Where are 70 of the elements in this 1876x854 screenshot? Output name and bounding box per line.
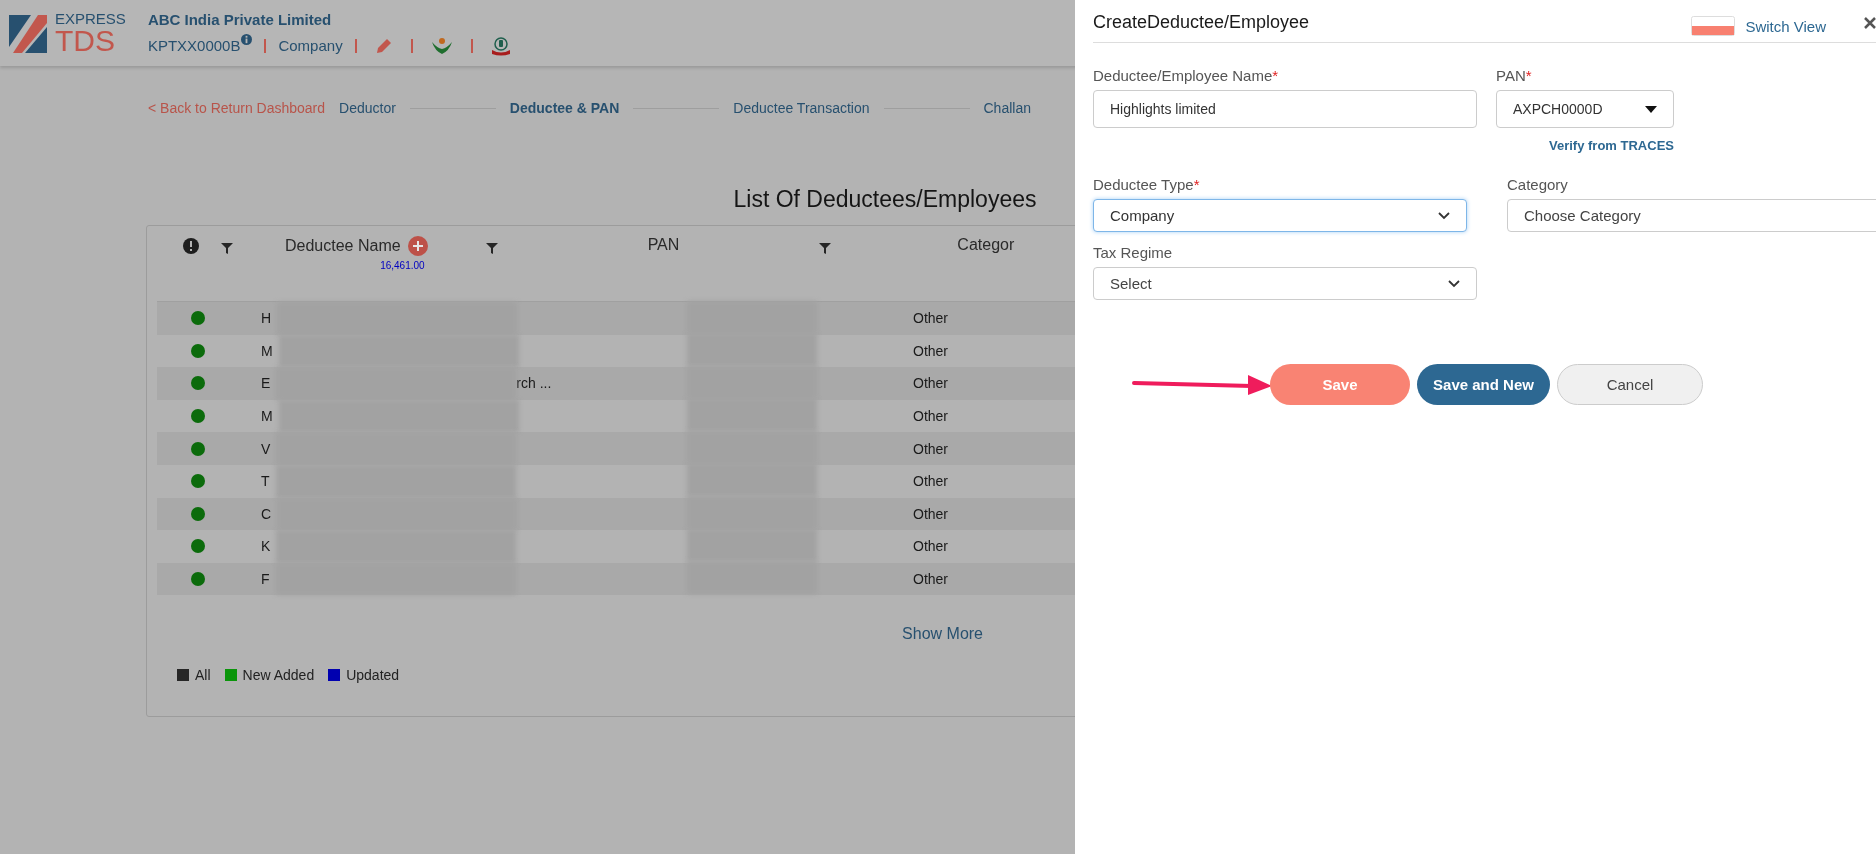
- save-and-new-button[interactable]: Save and New: [1417, 364, 1550, 405]
- tan-number: KPTXX0000B: [147, 37, 241, 54]
- table-cell: E: [261, 375, 271, 392]
- column-header: Categor: [957, 236, 1015, 254]
- table-cell: Other: [913, 538, 948, 555]
- select-field[interactable]: Select: [1093, 267, 1477, 300]
- table-cell: T: [261, 473, 270, 490]
- table-cell: rch ...: [516, 375, 552, 392]
- add-icon[interactable]: [407, 236, 428, 256]
- total-amount: 16,461.00: [380, 260, 425, 271]
- table-cell: H: [261, 310, 272, 327]
- step-tab[interactable]: Deductee & PAN: [509, 100, 620, 116]
- cancel-button[interactable]: Cancel: [1557, 364, 1703, 405]
- column-header: Deductee Name: [285, 237, 401, 255]
- table-cell: Other: [913, 505, 948, 522]
- switch-view-link[interactable]: Switch View: [1745, 17, 1826, 35]
- deductor-type: Company: [278, 37, 343, 54]
- company-name: ABC India Private Limited: [147, 10, 333, 28]
- alert-icon: [183, 238, 199, 254]
- table-cell: Other: [913, 310, 948, 327]
- logo-text: TDS: [55, 25, 115, 56]
- pan-dropdown[interactable]: AXPCH0000D: [1496, 90, 1674, 128]
- verify-link[interactable]: Verify from TRACES: [1549, 138, 1674, 153]
- table-cell: V: [261, 440, 271, 457]
- table-cell: M: [261, 342, 273, 359]
- field-label: Category: [1507, 176, 1568, 193]
- text-field[interactable]: Highlights limited: [1093, 90, 1477, 128]
- table-cell: Other: [913, 375, 948, 392]
- legend-label: All: [195, 667, 211, 684]
- select-field[interactable]: Choose Category: [1507, 199, 1876, 232]
- table-cell: Other: [913, 342, 948, 359]
- leaf-emblem-icon[interactable]: [430, 36, 453, 55]
- filter-icon[interactable]: [485, 242, 498, 254]
- emblem-icon[interactable]: [490, 35, 511, 56]
- field-label: Tax Regime: [1093, 244, 1173, 261]
- filter-icon[interactable]: [819, 242, 832, 254]
- table-cell: F: [261, 571, 270, 588]
- logo-text: EXPRESS: [55, 10, 126, 26]
- step-tab[interactable]: Deductee Transaction: [733, 100, 870, 116]
- toggle-icon[interactable]: [1691, 16, 1736, 36]
- field-label: Deductee Type: [1093, 176, 1194, 193]
- select-field[interactable]: Company: [1093, 199, 1467, 232]
- table-cell: Other: [913, 571, 948, 588]
- chevron-down-icon: [1448, 279, 1460, 288]
- step-tab[interactable]: Deductor: [339, 100, 396, 116]
- step-tab[interactable]: Challan: [983, 100, 1031, 116]
- dropdown-arrow-icon: [1645, 105, 1657, 113]
- required-mark: *: [1525, 67, 1532, 84]
- table-cell: C: [261, 505, 272, 522]
- show-more-link[interactable]: Show More: [902, 625, 983, 643]
- table-cell: K: [261, 538, 271, 555]
- logo-mark-icon: [8, 13, 48, 53]
- field-label: Deductee/Employee Name: [1093, 67, 1273, 84]
- legend-label: New Added: [242, 667, 315, 684]
- info-icon[interactable]: [241, 33, 253, 45]
- table-cell: Other: [913, 440, 948, 457]
- required-mark: *: [1272, 67, 1279, 84]
- table-cell: M: [261, 408, 273, 425]
- list-title: List Of Deductees/Employees: [733, 186, 1037, 213]
- field-label: PAN: [1496, 67, 1526, 84]
- pencil-icon[interactable]: [374, 36, 393, 55]
- column-header: PAN: [647, 236, 680, 254]
- close-icon[interactable]: [1864, 17, 1876, 29]
- filter-icon[interactable]: [221, 242, 233, 254]
- table-cell: Other: [913, 408, 948, 425]
- legend-label: Updated: [346, 667, 400, 684]
- table-cell: Other: [913, 473, 948, 490]
- panel-title: CreateDeductee/Employee: [1093, 10, 1311, 33]
- chevron-down-icon: [1438, 211, 1450, 220]
- required-mark: *: [1193, 176, 1200, 193]
